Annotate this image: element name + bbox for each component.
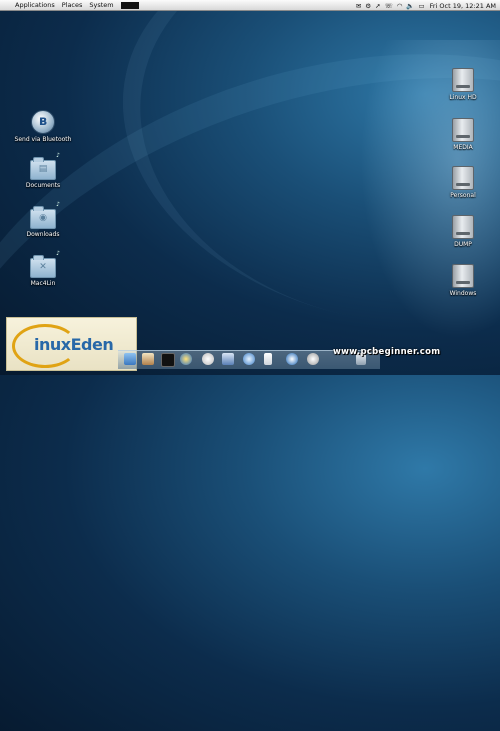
terminal-icon[interactable] <box>161 353 175 367</box>
settings-icon[interactable]: ⚙ <box>365 2 371 10</box>
hard-drive-icon <box>452 118 474 142</box>
top-menu-bar: Applications Places System ✉ ⚙ ➚ ☏ ◠ 🔈 ▭… <box>0 0 500 11</box>
desktop-icon-label: Personal <box>450 192 476 199</box>
ipod-icon[interactable] <box>264 353 272 365</box>
bluetooth-icon: ʙ <box>31 110 55 134</box>
desktop-icon-media[interactable]: MEDIA <box>428 118 498 151</box>
photo-icon[interactable] <box>222 353 234 365</box>
cursor-icon[interactable]: ➚ <box>375 2 380 10</box>
desktop-icon-dump[interactable]: DUMP <box>428 215 498 248</box>
menubar-clock[interactable]: Fri Oct 19, 12:21 AM <box>430 2 496 10</box>
desktop-icon-label: Linux HD <box>449 94 477 101</box>
desktop-icon-label: Mac4Lin <box>30 280 56 287</box>
browser-icon[interactable] <box>180 353 192 365</box>
music-icon[interactable] <box>243 353 255 365</box>
desktop-icon-linux-hd[interactable]: Linux HD <box>428 68 498 101</box>
desktop-icon-label: DUMP <box>454 241 472 248</box>
mail-icon[interactable]: ✉ <box>356 2 361 10</box>
desktop-icon-label: Send via Bluetooth <box>14 136 72 143</box>
desktop-icon-downloads[interactable]: ◉ ♪ Downloads <box>8 201 78 238</box>
home-icon[interactable] <box>142 353 154 365</box>
active-app-indicator <box>120 1 139 9</box>
music-note-icon: ♪ <box>56 250 60 257</box>
desktop-icon-label: Downloads <box>26 231 60 238</box>
thunderbird-icon[interactable] <box>286 353 298 365</box>
desktop-icon-mac4lin[interactable]: ✕ ♪ Mac4Lin <box>8 250 78 287</box>
chat-icon[interactable] <box>307 353 319 365</box>
battery-icon[interactable]: ▭ <box>418 2 424 10</box>
downloads-folder-icon: ◉ <box>30 206 56 229</box>
music-note-icon: ♪ <box>56 152 60 159</box>
desktop-icon-windows[interactable]: Windows <box>428 264 498 297</box>
wifi-icon[interactable]: ◠ <box>397 2 403 10</box>
desktop-icon-personal[interactable]: Personal <box>428 166 498 199</box>
desktop-icon-label: MEDIA <box>453 144 473 151</box>
chat-icon[interactable]: ☏ <box>385 2 393 10</box>
desktop-icon-send-via-bluetooth[interactable]: ʙ Send via Bluetooth <box>8 110 78 143</box>
system-menu[interactable]: System <box>89 1 113 9</box>
hard-drive-icon <box>452 215 474 239</box>
logo-text: inuxEden <box>34 335 114 354</box>
hard-drive-icon <box>452 68 474 92</box>
documents-folder-icon: ▤ <box>30 157 56 180</box>
desktop-icon-label: Windows <box>449 290 477 297</box>
watermark-text: www.pcbeginner.com <box>333 347 441 357</box>
desktop-icon-label: Documents <box>25 182 61 189</box>
places-menu[interactable]: Places <box>62 1 83 9</box>
finder-icon[interactable] <box>124 353 136 365</box>
hard-drive-icon <box>452 264 474 288</box>
applications-menu[interactable]: Applications <box>15 1 55 9</box>
mac4lin-folder-icon: ✕ <box>30 255 56 278</box>
hard-drive-icon <box>452 166 474 190</box>
volume-icon[interactable]: 🔈 <box>406 2 414 10</box>
music-note-icon: ♪ <box>56 201 60 208</box>
desktop-icon-documents[interactable]: ▤ ♪ Documents <box>8 152 78 189</box>
clock-icon[interactable] <box>202 353 214 365</box>
